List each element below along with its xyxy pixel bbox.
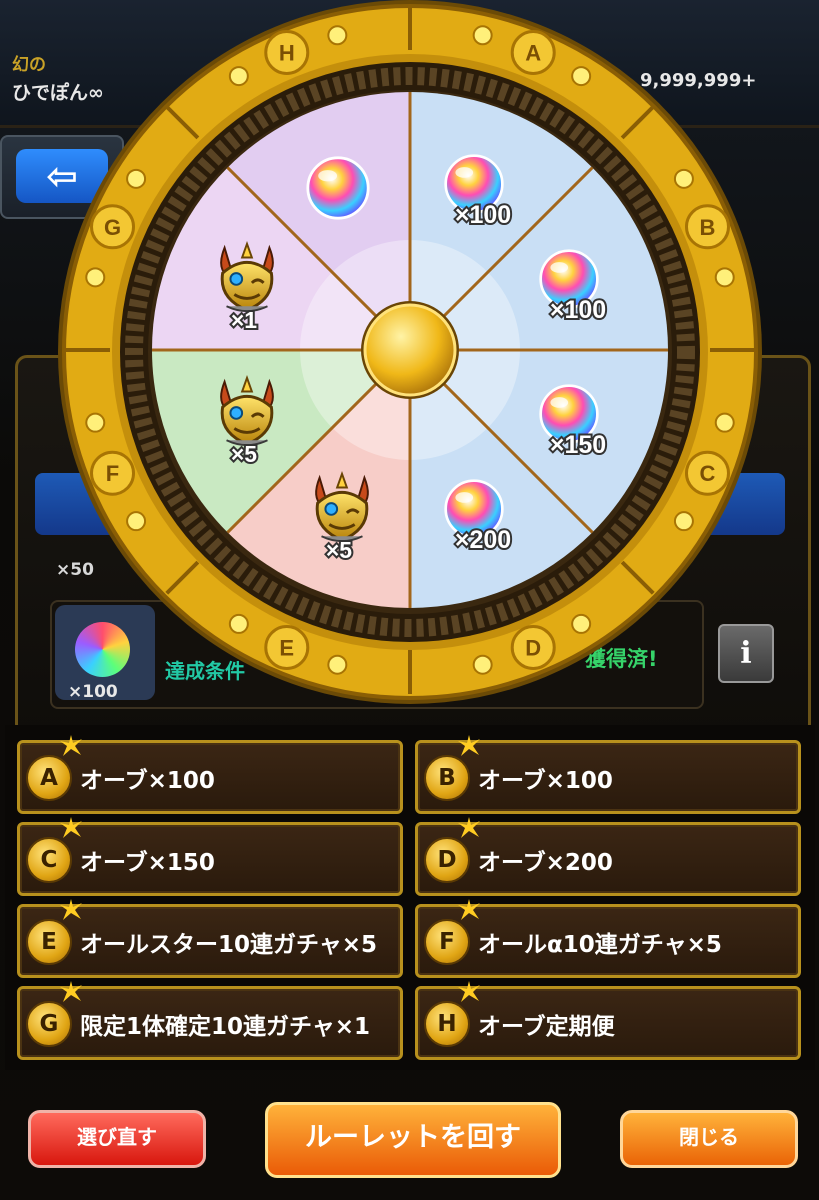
segment-c-count: ×150 xyxy=(550,431,606,459)
spark-icon xyxy=(60,817,82,838)
spark-icon xyxy=(458,899,480,920)
prize-letter-badge: C xyxy=(26,837,72,883)
ring-stud xyxy=(85,267,106,288)
segment-g-count: ×1 xyxy=(231,307,257,333)
ring-stud xyxy=(472,654,493,675)
prize-label: オーブ×100 xyxy=(80,768,215,794)
spark-icon xyxy=(458,981,480,1002)
ring-letter-h: H xyxy=(279,41,295,66)
prize-label: オールα10連ガチャ×5 xyxy=(478,932,722,958)
wheel-hub xyxy=(363,303,457,397)
ring-stud xyxy=(673,168,694,189)
prize-letter-badge: G xyxy=(26,1001,72,1047)
spin-roulette-button[interactable]: ルーレットを回す xyxy=(265,1102,561,1178)
reselect-button[interactable]: 選び直す xyxy=(28,1110,206,1168)
prize-label: オーブ×150 xyxy=(80,850,215,876)
prize-label: 限定1体確定10連ガチャ×1 xyxy=(80,1014,371,1040)
ring-stud xyxy=(126,168,147,189)
ring-stud xyxy=(327,25,348,46)
prize-g: G 限定1体確定10連ガチャ×1 xyxy=(17,981,403,1060)
prize-letter-badge: D xyxy=(424,837,470,883)
spark-icon xyxy=(60,899,82,920)
prize-letter-badge: F xyxy=(424,919,470,965)
ring-stud xyxy=(571,613,592,634)
prize-label: オーブ×100 xyxy=(478,768,613,794)
prize-label: オーブ×200 xyxy=(478,850,613,876)
prize-letter-badge: A xyxy=(26,755,72,801)
ring-stud xyxy=(714,267,735,288)
prize-f: F オールα10連ガチャ×5 xyxy=(415,899,801,978)
segment-d-count: ×200 xyxy=(455,526,511,554)
ring-stud xyxy=(472,25,493,46)
spark-icon xyxy=(458,817,480,838)
ring-letter-g: G xyxy=(104,215,121,240)
ring-letter-f: F xyxy=(106,461,119,486)
ring-stud xyxy=(714,412,735,433)
ring-stud xyxy=(85,412,106,433)
ring-letter-c: C xyxy=(700,461,716,486)
prize-b: B オーブ×100 xyxy=(415,735,801,814)
ring-stud xyxy=(327,654,348,675)
ring-stud xyxy=(228,66,249,87)
ring-stud xyxy=(571,66,592,87)
spark-icon xyxy=(60,981,82,1002)
prize-a: A オーブ×100 xyxy=(17,735,403,814)
ring-letter-d: D xyxy=(525,635,541,660)
segment-h-orb-icon xyxy=(306,156,370,220)
prize-label: オーブ定期便 xyxy=(478,1014,615,1040)
segment-b-count: ×100 xyxy=(550,296,606,324)
ring-letter-b: B xyxy=(700,215,716,240)
spark-icon xyxy=(458,735,480,756)
prize-label: オールスター10連ガチャ×5 xyxy=(80,932,378,958)
prize-e: E オールスター10連ガチャ×5 xyxy=(17,899,403,978)
ring-stud xyxy=(126,511,147,532)
segment-a-count: ×100 xyxy=(455,201,511,229)
prize-letter-badge: H xyxy=(424,1001,470,1047)
ring-stud xyxy=(228,613,249,634)
prize-list-panel: A オーブ×100 B オーブ×100 C オーブ×150 D オーブ×200 … xyxy=(5,725,815,1070)
ring-letter-a: A xyxy=(525,41,541,66)
close-button[interactable]: 閉じる xyxy=(620,1110,798,1168)
player-title: 幻の xyxy=(12,55,46,75)
segment-f-count: ×5 xyxy=(231,441,257,467)
roulette-wheel[interactable]: A B C D E F G H ×100 ×100 ×150 ×200 ×5 ×5 ×1 xyxy=(50,0,770,705)
prize-c: C オーブ×150 xyxy=(17,817,403,896)
prize-letter-badge: B xyxy=(424,755,470,801)
segment-e-count: ×5 xyxy=(326,537,352,563)
ring-letter-e: E xyxy=(279,635,294,660)
prize-d: D オーブ×200 xyxy=(415,817,801,896)
prize-letter-badge: E xyxy=(26,919,72,965)
spark-icon xyxy=(60,735,82,756)
prize-h: H オーブ定期便 xyxy=(415,981,801,1060)
ring-stud xyxy=(673,511,694,532)
